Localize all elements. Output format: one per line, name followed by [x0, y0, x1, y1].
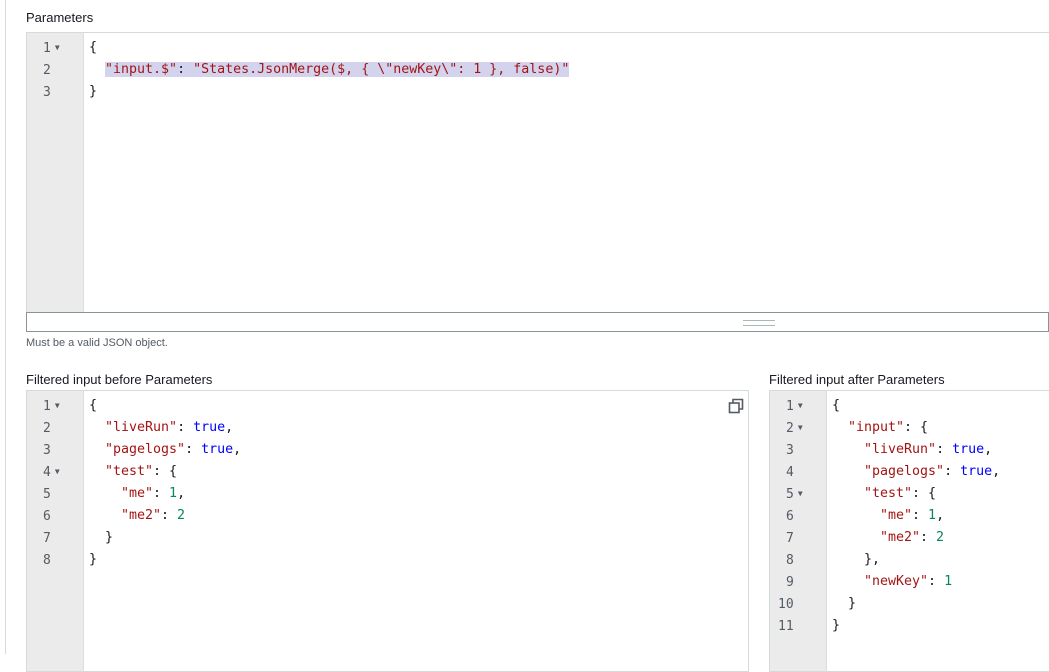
line-number: 11 — [778, 619, 794, 634]
code-line: "newKey": 1 — [864, 574, 953, 589]
fold-arrow-icon[interactable]: ▼ — [55, 43, 60, 52]
line-number: 3 — [43, 443, 51, 458]
line-number: 4 — [786, 465, 794, 480]
code-line: "me2": 2 — [880, 530, 945, 545]
fold-arrow-icon[interactable]: ▼ — [55, 467, 60, 476]
before-gutter — [27, 391, 84, 671]
line-number: 5 ▼ — [786, 487, 803, 502]
fold-arrow-icon[interactable]: ▼ — [55, 401, 60, 410]
parameters-gutter — [27, 33, 84, 313]
line-number: 8 — [786, 553, 794, 568]
line-number: 3 — [786, 443, 794, 458]
json-key: "input.$" — [105, 62, 178, 77]
json-string-value: "States.JsonMerge($, { \"newKey\": 1 }, … — [193, 62, 570, 77]
code-line: } — [89, 552, 98, 567]
copy-icon[interactable] — [728, 398, 744, 414]
code-line: "pagelogs": true, — [105, 442, 242, 457]
line-number: 7 — [43, 531, 51, 546]
line-number: 6 — [786, 509, 794, 524]
line-number: 7 — [786, 531, 794, 546]
parameters-label: Parameters — [26, 10, 94, 25]
line-number: 1 ▼ — [43, 399, 60, 414]
fold-arrow-icon[interactable]: ▼ — [798, 489, 803, 498]
fold-arrow-icon[interactable]: ▼ — [798, 423, 803, 432]
line-number: 5 — [43, 487, 51, 502]
line-number: 10 — [778, 597, 794, 612]
code-line: "input": { — [848, 420, 929, 435]
code-line: } — [832, 618, 841, 633]
code-line: } — [89, 84, 98, 99]
code-line: "test": { — [864, 486, 937, 501]
code-line: "me": 1, — [121, 486, 186, 501]
code-line: { — [89, 398, 98, 413]
code-line: "test": { — [105, 464, 178, 479]
line-number: 2 ▼ — [786, 421, 803, 436]
page-left-border — [5, 0, 6, 654]
before-editor[interactable]: 1 ▼ 2 3 4 ▼ 5 6 7 8 { "liveRun": true, "pa… — [26, 390, 749, 672]
code-line: "pagelogs": true, — [864, 464, 1001, 479]
line-number: 8 — [43, 553, 51, 568]
code-line: } — [848, 596, 857, 611]
code-line: "liveRun": true, — [105, 420, 234, 435]
after-editor[interactable]: 1 ▼ 2 ▼ 3 4 5 ▼ 6 7 8 9 10 11 { "input": { … — [769, 390, 1049, 672]
editor-resize-handle[interactable] — [26, 312, 1049, 332]
line-number: 2 — [43, 63, 51, 78]
line-number: 2 — [43, 421, 51, 436]
line-number: 1 ▼ — [786, 399, 803, 414]
code-line: "me": 1, — [880, 508, 945, 523]
line-number: 1 ▼ — [43, 41, 60, 56]
before-label: Filtered input before Parameters — [26, 372, 213, 387]
code-line: }, — [864, 552, 881, 567]
resize-grip-icon[interactable] — [743, 320, 775, 326]
parameters-hint: Must be a valid JSON object. — [26, 337, 168, 349]
code-line: } — [105, 530, 114, 545]
line-number: 3 — [43, 85, 51, 100]
parameters-editor[interactable]: 1 ▼ 2 3 { "input.$": "States.JsonMerge($,… — [26, 32, 1049, 314]
fold-arrow-icon[interactable]: ▼ — [798, 401, 803, 410]
line-number: 6 — [43, 509, 51, 524]
line-number: 9 — [786, 575, 794, 590]
code-line: "me2": 2 — [121, 508, 186, 523]
code-line: "liveRun": true, — [864, 442, 993, 457]
code-line: { — [89, 40, 98, 55]
after-label: Filtered input after Parameters — [769, 372, 945, 387]
line-number: 4 ▼ — [43, 465, 60, 480]
code-line: { — [832, 398, 841, 413]
code-line-selected: "input.$": "States.JsonMerge($, { \"newK… — [105, 62, 570, 77]
